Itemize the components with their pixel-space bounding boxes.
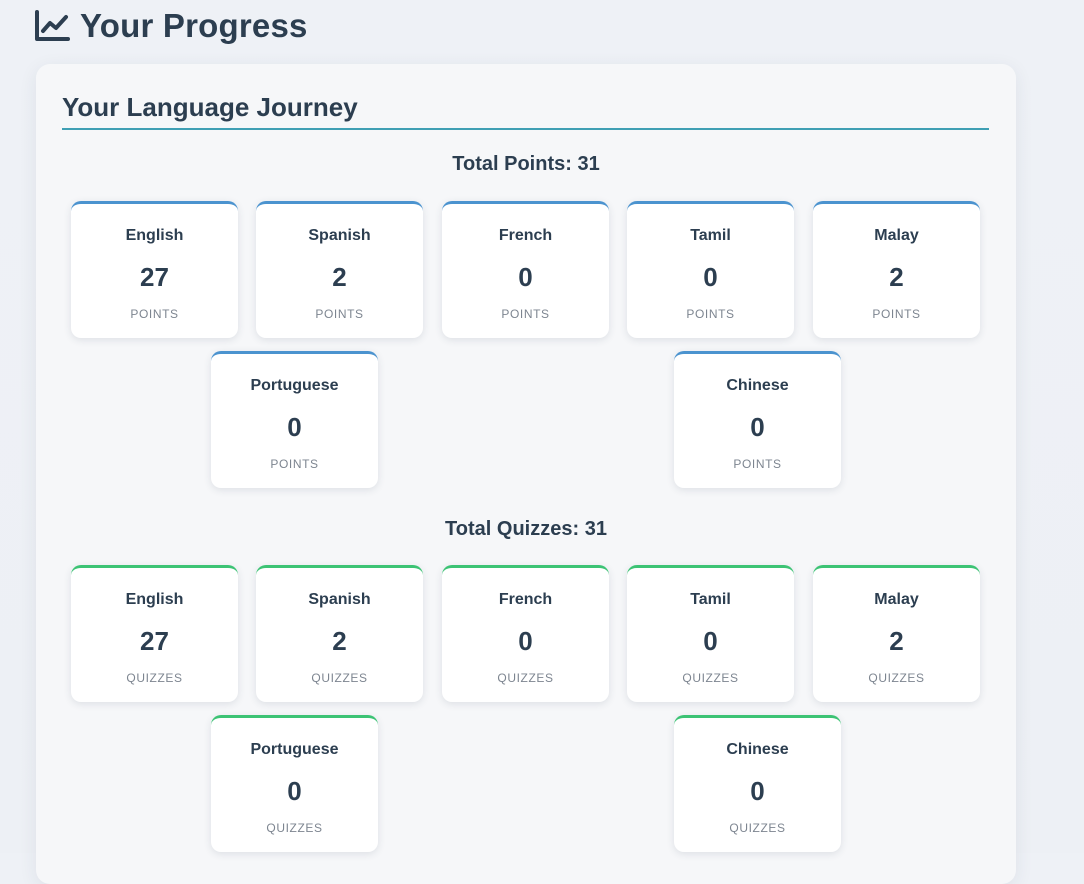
- stat-unit: POINTS: [501, 307, 550, 321]
- stat-value: 0: [287, 412, 302, 442]
- total-quizzes-label: Total Quizzes:: [445, 518, 580, 540]
- points-card-portuguese: Portuguese 0 POINTS: [211, 351, 378, 488]
- stat-value: 0: [750, 776, 765, 806]
- stat-language: Malay: [874, 591, 919, 608]
- stat-unit: QUIZZES: [311, 671, 368, 685]
- stat-unit: QUIZZES: [868, 671, 925, 685]
- stat-language: English: [125, 591, 184, 608]
- points-card-english: English 27 POINTS: [71, 201, 238, 338]
- total-points: Total Points: 31: [36, 153, 1016, 176]
- stat-language: Tamil: [690, 227, 731, 244]
- stat-value: 2: [889, 626, 904, 656]
- total-points-label: Total Points:: [452, 153, 572, 175]
- stat-unit: POINTS: [315, 307, 364, 321]
- title-divider: [62, 128, 989, 130]
- stat-value: 0: [518, 262, 533, 292]
- stat-unit: QUIZZES: [729, 821, 786, 835]
- stat-language: Chinese: [726, 377, 789, 394]
- quizzes-card-spanish: Spanish 2 QUIZZES: [256, 565, 423, 702]
- stat-language: French: [498, 227, 553, 244]
- stat-unit: QUIZZES: [497, 671, 554, 685]
- stat-unit: QUIZZES: [682, 671, 739, 685]
- quizzes-card-malay: Malay 2 QUIZZES: [813, 565, 980, 702]
- stat-value: 2: [889, 262, 904, 292]
- quizzes-card-portuguese: Portuguese 0 QUIZZES: [211, 715, 378, 852]
- stat-unit: POINTS: [130, 307, 179, 321]
- stat-language: Portuguese: [250, 741, 339, 758]
- stat-language: Chinese: [726, 741, 789, 758]
- points-card-chinese: Chinese 0 POINTS: [674, 351, 841, 488]
- stat-language: Spanish: [308, 591, 371, 608]
- total-quizzes-value: 31: [584, 518, 607, 540]
- stat-unit: QUIZZES: [266, 821, 323, 835]
- points-card-tamil: Tamil 0 POINTS: [627, 201, 794, 338]
- stat-value: 0: [703, 262, 718, 292]
- language-journey-card: Your Language Journey Total Points: 31 E…: [36, 64, 1016, 884]
- stat-language: Spanish: [308, 227, 371, 244]
- stat-unit: POINTS: [686, 307, 735, 321]
- stat-value: 27: [140, 262, 169, 292]
- stat-language: English: [125, 227, 184, 244]
- line-chart-icon: [35, 10, 70, 41]
- stat-value: 0: [518, 626, 533, 656]
- quizzes-card-french: French 0 QUIZZES: [442, 565, 609, 702]
- stat-language: Tamil: [690, 591, 731, 608]
- journey-title: Your Language Journey: [62, 92, 358, 122]
- stat-language: Portuguese: [250, 377, 339, 394]
- stat-unit: QUIZZES: [126, 671, 183, 685]
- stat-language: French: [498, 591, 553, 608]
- page-header: Your Progress: [34, 6, 308, 46]
- quizzes-card-chinese: Chinese 0 QUIZZES: [674, 715, 841, 852]
- stat-value: 0: [703, 626, 718, 656]
- stat-unit: POINTS: [270, 457, 319, 471]
- stat-value: 0: [750, 412, 765, 442]
- total-quizzes: Total Quizzes: 31: [36, 518, 1016, 541]
- page-title: Your Progress: [80, 7, 308, 44]
- stat-unit: POINTS: [733, 457, 782, 471]
- stat-language: Malay: [874, 227, 919, 244]
- stat-value: 27: [140, 626, 169, 656]
- total-points-value: 31: [577, 153, 600, 175]
- quizzes-card-tamil: Tamil 0 QUIZZES: [627, 565, 794, 702]
- points-card-french: French 0 POINTS: [442, 201, 609, 338]
- points-card-malay: Malay 2 POINTS: [813, 201, 980, 338]
- stat-value: 2: [332, 262, 347, 292]
- quizzes-card-english: English 27 QUIZZES: [71, 565, 238, 702]
- stat-value: 2: [332, 626, 347, 656]
- stat-unit: POINTS: [872, 307, 921, 321]
- points-card-spanish: Spanish 2 POINTS: [256, 201, 423, 338]
- stat-value: 0: [287, 776, 302, 806]
